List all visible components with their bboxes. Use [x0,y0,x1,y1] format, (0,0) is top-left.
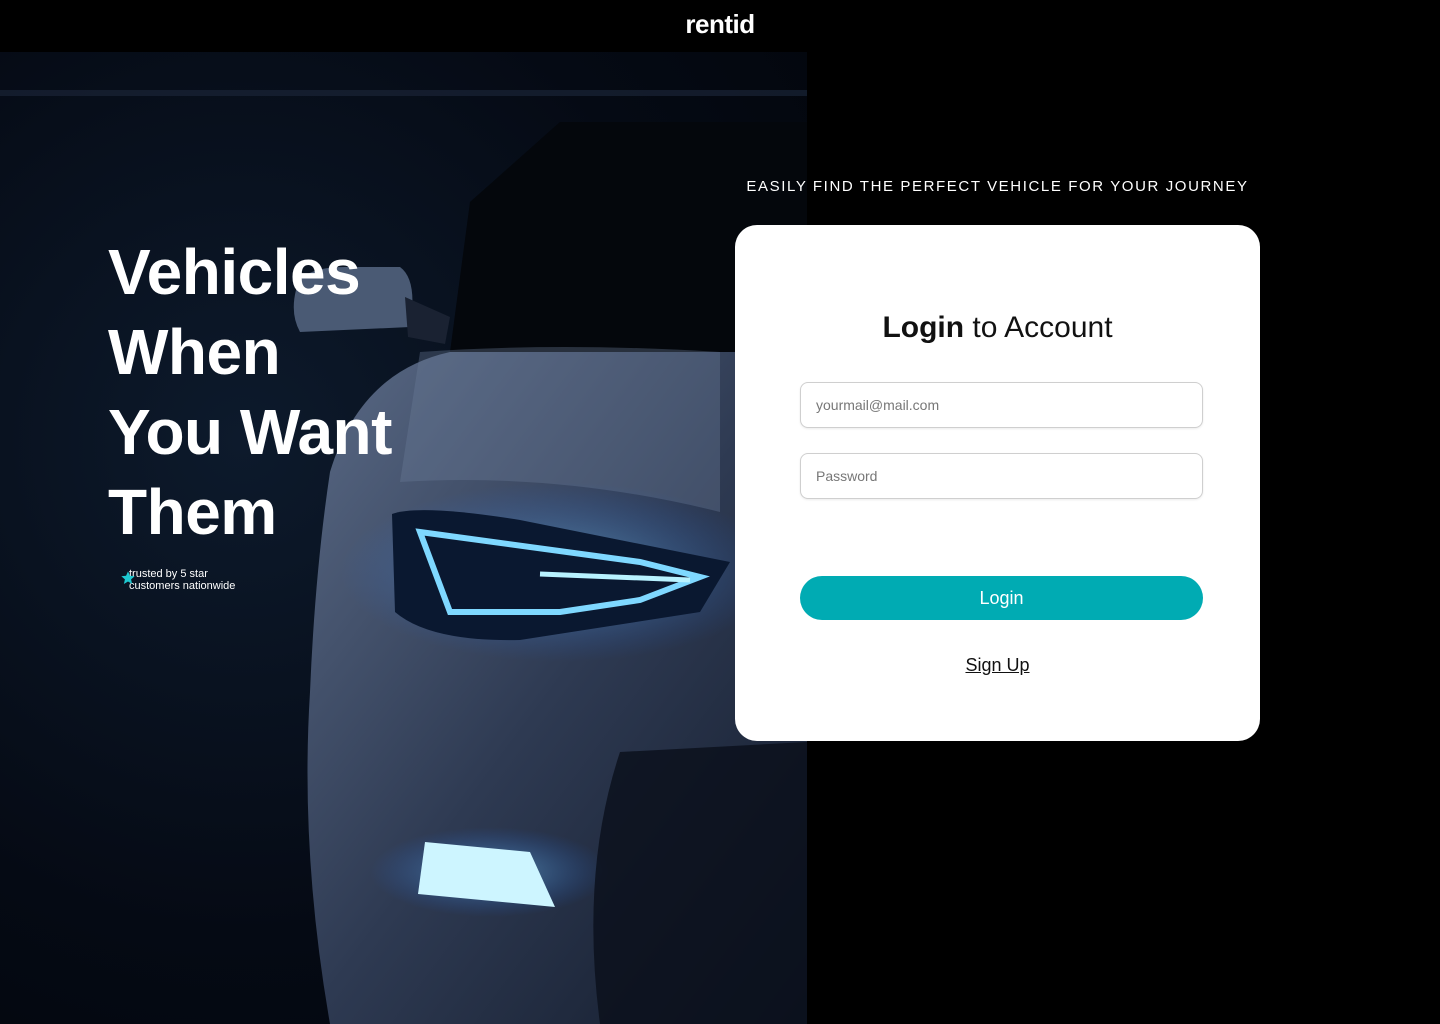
login-title: Login to Account [735,311,1260,345]
sign-up-link[interactable]: Sign Up [735,655,1260,676]
email-field[interactable] [800,382,1203,428]
login-page: rentid Vehicles When You Want Them trust… [0,0,1440,1024]
headline-line-3: You Want [108,396,392,468]
star-icon [121,571,135,584]
hero-headline: Vehicles When You Want Them [108,232,392,552]
brand-logo[interactable]: rentid [0,9,1440,40]
trust-badge: trusted by 5 star customers nationwide [120,568,259,592]
password-field[interactable] [800,453,1203,499]
login-card: Login to Account Login Sign Up [735,225,1260,741]
trust-text-line-2: customers nationwide [129,580,236,592]
login-button[interactable]: Login [800,576,1203,620]
headline-line-4: Them [108,476,277,548]
tagline: EASILY FIND THE PERFECT VEHICLE FOR YOUR… [746,178,1249,195]
headline-line-2: When [108,316,281,388]
hero-car-image: Vehicles When You Want Them trusted by 5… [0,52,807,1024]
trust-text: trusted by 5 star customers nationwide [129,568,259,592]
login-title-bold: Login [882,311,965,344]
login-title-rest: to Account [964,311,1113,344]
trust-text-line-1: trusted by 5 star [129,568,208,580]
headline-line-1: Vehicles [108,236,361,308]
top-bar: rentid [0,0,1440,52]
